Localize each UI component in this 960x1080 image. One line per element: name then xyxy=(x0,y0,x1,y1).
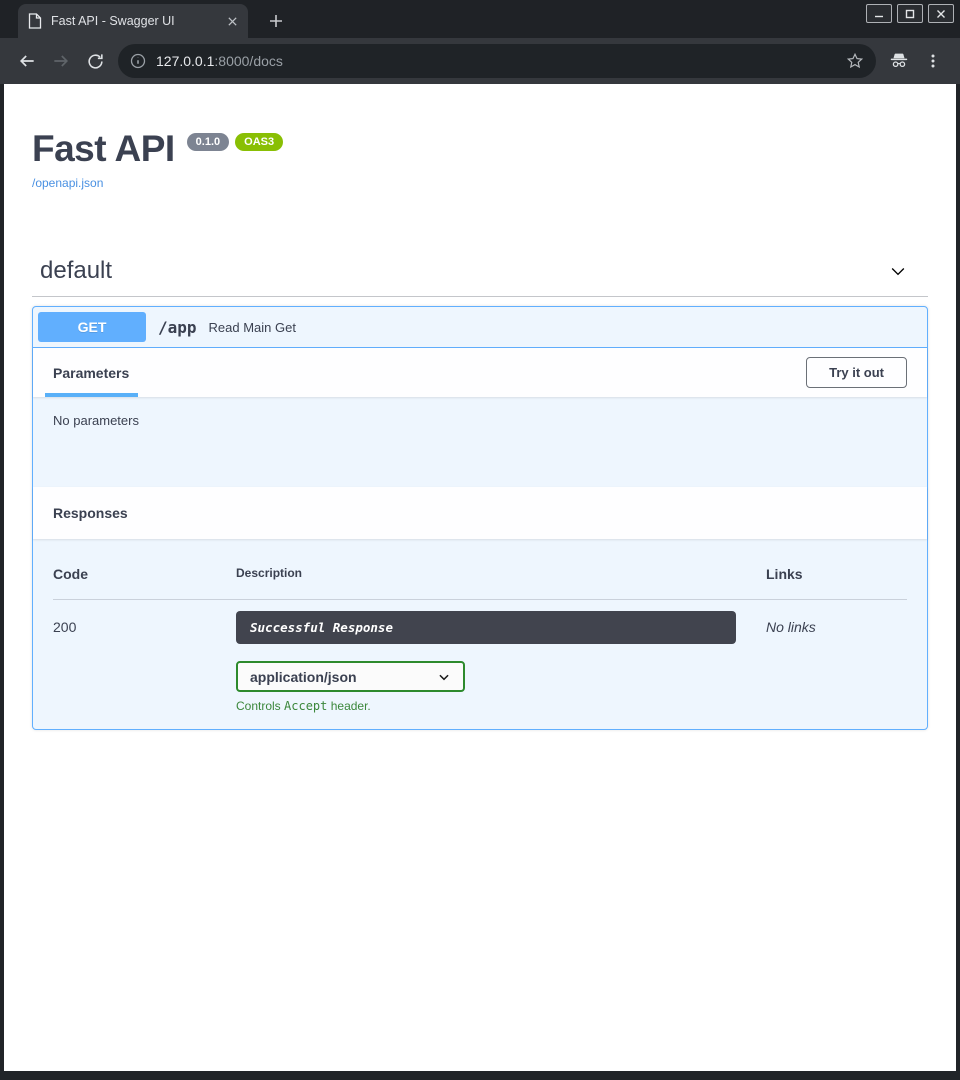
column-header-code: Code xyxy=(53,566,236,582)
get-method-button[interactable]: GET xyxy=(38,312,146,342)
opblock-summary[interactable]: GET /app Read Main Get xyxy=(33,307,927,348)
openapi-spec-link[interactable]: /openapi.json xyxy=(32,176,103,190)
parameters-body: No parameters xyxy=(33,397,927,487)
back-icon[interactable] xyxy=(10,44,44,78)
column-header-links: Links xyxy=(766,566,907,582)
responses-header: Responses xyxy=(33,487,927,539)
new-tab-button[interactable] xyxy=(262,7,290,35)
active-tab-underline xyxy=(45,393,138,397)
minimize-button[interactable] xyxy=(866,4,892,23)
opblock-get-app: GET /app Read Main Get Parameters Try it… xyxy=(32,306,928,730)
site-info-icon[interactable] xyxy=(130,53,146,69)
tab-title: Fast API - Swagger UI xyxy=(51,14,227,28)
response-links: No links xyxy=(766,611,907,713)
incognito-icon xyxy=(882,44,916,78)
url-path: :8000/docs xyxy=(214,53,283,69)
browser-menu-icon[interactable] xyxy=(916,44,950,78)
bookmark-star-icon[interactable] xyxy=(846,52,864,70)
swagger-page: Fast API 0.1.0 OAS3 /openapi.json defaul… xyxy=(4,84,956,1071)
url-host: 127.0.0.1 xyxy=(156,53,214,69)
url-text[interactable]: 127.0.0.1:8000/docs xyxy=(156,53,846,69)
maximize-button[interactable] xyxy=(897,4,923,23)
accept-note-code: Accept xyxy=(284,699,327,713)
oas3-badge: OAS3 xyxy=(235,133,283,151)
media-type-value: application/json xyxy=(250,669,357,685)
accept-header-note: Controls Accept header. xyxy=(236,699,766,713)
tab-parameters[interactable]: Parameters xyxy=(53,365,129,381)
chevron-down-icon[interactable] xyxy=(888,261,908,281)
browser-tab[interactable]: Fast API - Swagger UI xyxy=(18,4,248,38)
api-info: Fast API 0.1.0 OAS3 /openapi.json xyxy=(32,130,928,192)
close-button[interactable] xyxy=(928,4,954,23)
forward-icon[interactable] xyxy=(44,44,78,78)
reload-icon[interactable] xyxy=(78,44,112,78)
window-controls xyxy=(866,4,954,23)
accept-note-prefix: Controls xyxy=(236,699,284,713)
browser-toolbar: 127.0.0.1:8000/docs xyxy=(0,38,960,84)
response-code: 200 xyxy=(53,611,236,713)
operation-path: /app xyxy=(158,318,197,337)
select-chevron-down-icon xyxy=(437,670,451,684)
operation-summary: Read Main Get xyxy=(209,320,296,335)
responses-body: Code Description Links 200 Successful Re… xyxy=(33,539,927,729)
tag-header[interactable]: default xyxy=(32,248,928,297)
no-parameters-text: No parameters xyxy=(53,413,139,428)
api-title: Fast API xyxy=(32,130,175,167)
accept-note-suffix: header. xyxy=(327,699,370,713)
browser-titlebar: Fast API - Swagger UI xyxy=(0,0,960,38)
tag-name: default xyxy=(40,257,112,285)
response-description-text: Successful Response xyxy=(250,620,393,635)
response-description-cell: Successful Response application/json Con… xyxy=(236,611,766,713)
response-row-200: 200 Successful Response application/json xyxy=(53,600,907,713)
page-favicon-icon xyxy=(28,13,42,29)
address-bar[interactable]: 127.0.0.1:8000/docs xyxy=(118,44,876,78)
version-badge: 0.1.0 xyxy=(187,133,229,151)
media-type-select[interactable]: application/json xyxy=(236,661,465,692)
browser-window: Fast API - Swagger UI xyxy=(0,0,960,1080)
tag-section-default: default GET /app Read Main Get Parameter… xyxy=(32,248,928,730)
responses-table-header: Code Description Links xyxy=(53,566,907,600)
responses-title: Responses xyxy=(53,505,128,521)
parameters-header: Parameters Try it out xyxy=(33,348,927,397)
tab-close-icon[interactable] xyxy=(227,16,238,27)
try-it-out-button[interactable]: Try it out xyxy=(806,357,907,388)
response-description-box: Successful Response xyxy=(236,611,736,644)
column-header-description: Description xyxy=(236,566,766,582)
